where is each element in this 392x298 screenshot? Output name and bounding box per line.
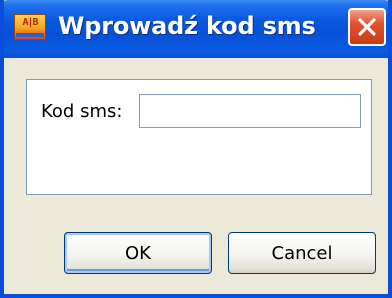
close-button[interactable] <box>348 8 386 46</box>
sms-code-label: Kod sms: <box>41 101 123 122</box>
cancel-button[interactable]: Cancel <box>228 232 376 274</box>
sms-code-panel: Kod sms: <box>26 79 372 195</box>
window-title: Wprowadź kod sms <box>58 12 316 40</box>
title-bar[interactable]: A|B Wprowadź kod sms <box>4 0 388 58</box>
app-icon: A|B <box>14 14 46 40</box>
ok-button[interactable]: OK <box>64 232 212 274</box>
sms-code-input[interactable] <box>139 94 361 128</box>
dialog-window: A|B Wprowadź kod sms Kod sms: OK Cancel <box>0 0 392 298</box>
close-icon <box>358 18 376 36</box>
